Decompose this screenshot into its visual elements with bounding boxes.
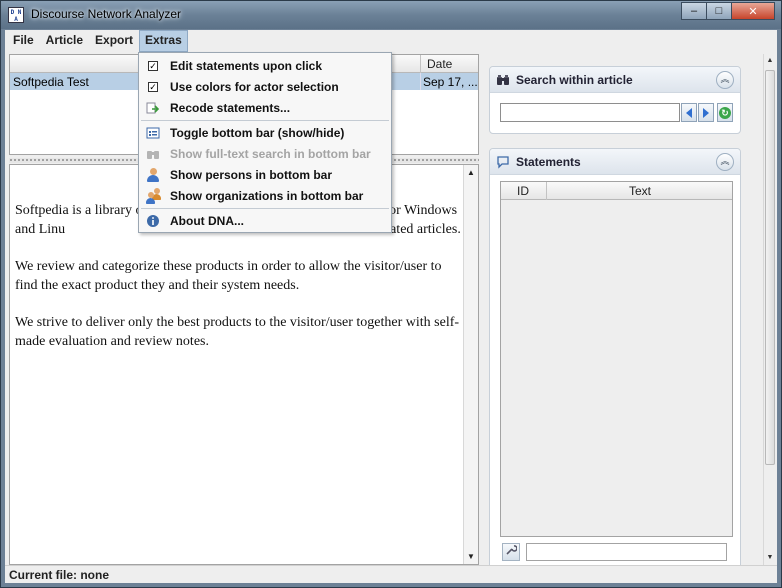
menu-item-label: Use colors for actor selection	[170, 80, 339, 94]
menu-item-about[interactable]: About DNA...	[140, 211, 390, 231]
menu-separator	[141, 208, 389, 209]
maximize-button[interactable]: □	[706, 2, 732, 20]
previous-match-button[interactable]	[681, 103, 697, 122]
scroll-up-icon[interactable]: ▲	[764, 54, 776, 68]
wrench-icon	[506, 545, 518, 555]
recode-icon	[146, 101, 160, 115]
menu-item-show-persons[interactable]: Show persons in bottom bar	[140, 165, 390, 185]
article-date-cell: Sep 17, ...	[423, 75, 478, 89]
column-divider[interactable]	[420, 55, 421, 73]
menu-item-label: Show persons in bottom bar	[170, 168, 333, 182]
menu-file[interactable]: File	[7, 30, 40, 52]
search-panel: Search within article ︽ ↻	[489, 66, 741, 134]
menu-item-recode-statements[interactable]: Recode statements...	[140, 98, 390, 118]
statements-panel-title: Statements	[516, 155, 581, 169]
refresh-icon: ↻	[719, 106, 731, 119]
menu-item-label: Show full-text search in bottom bar	[170, 147, 371, 161]
speech-bubble-icon	[496, 155, 510, 169]
article-scrollbar[interactable]: ▲ ▼	[463, 165, 478, 564]
statements-table[interactable]: ID Text	[500, 181, 733, 537]
menu-item-show-organizations[interactable]: Show organizations in bottom bar	[140, 186, 390, 206]
column-header-text[interactable]: Text	[629, 184, 651, 198]
menu-bar: File Article Export Extras	[5, 30, 777, 52]
menu-export[interactable]: Export	[89, 30, 139, 52]
article-title-cell: Softpedia Test	[13, 75, 89, 89]
menu-item-show-full-text-search: Show full-text search in bottom bar	[140, 144, 390, 164]
info-icon	[146, 214, 160, 228]
organizations-icon	[146, 188, 162, 204]
person-icon	[146, 167, 160, 183]
sidebar-pane: Search within article ︽ ↻ Statements ︽ I…	[483, 54, 761, 570]
app-logo-icon: D N A	[8, 7, 24, 23]
close-button[interactable]: ✕	[731, 2, 775, 20]
extras-dropdown-menu: ✓ Edit statements upon click ✓ Use color…	[138, 52, 392, 233]
minimize-button[interactable]: –	[681, 2, 707, 20]
arrow-left-icon	[686, 107, 692, 118]
arrow-right-icon	[703, 107, 709, 118]
scroll-up-icon[interactable]: ▲	[464, 165, 478, 180]
menu-item-toggle-bottom-bar[interactable]: Toggle bottom bar (show/hide)	[140, 123, 390, 143]
statement-filter-input[interactable]	[526, 543, 727, 561]
status-bar: Current file: none	[5, 565, 777, 583]
checkbox-checked-icon: ✓	[148, 61, 158, 71]
binoculars-icon	[146, 147, 160, 161]
statements-panel-header: Statements ︽	[490, 149, 740, 175]
menu-item-label: Toggle bottom bar (show/hide)	[170, 126, 345, 140]
menu-item-label: Recode statements...	[170, 101, 291, 115]
menu-extras[interactable]: Extras	[139, 30, 188, 52]
collapse-statements-button[interactable]: ︽	[716, 153, 734, 171]
menu-item-label: Edit statements upon click	[170, 59, 323, 73]
cell-divider	[420, 73, 421, 90]
window-controls: – □ ✕	[681, 2, 775, 20]
filter-button[interactable]	[502, 543, 520, 561]
menu-item-edit-statements[interactable]: ✓ Edit statements upon click	[140, 56, 390, 76]
bottom-bar-icon	[146, 126, 160, 140]
title-bar[interactable]: D N A Discourse Network Analyzer – □ ✕	[1, 1, 781, 29]
sidebar-scrollbar[interactable]: ▲ ▼	[763, 54, 776, 565]
app-window: D N A Discourse Network Analyzer – □ ✕ F…	[0, 0, 782, 588]
scrollbar-thumb[interactable]	[765, 70, 775, 465]
checkbox-checked-icon: ✓	[148, 82, 158, 92]
search-panel-title: Search within article	[516, 73, 633, 87]
menu-article[interactable]: Article	[40, 30, 89, 52]
refresh-search-button[interactable]: ↻	[717, 103, 733, 122]
search-panel-header: Search within article ︽	[490, 67, 740, 93]
article-paragraph-2: We review and categorize these products …	[15, 259, 442, 293]
column-header-id[interactable]: ID	[517, 184, 529, 198]
statements-panel: Statements ︽ ID Text	[489, 148, 741, 570]
article-paragraph-3: We strive to deliver only the best produ…	[15, 315, 460, 349]
menu-separator	[141, 120, 389, 121]
scroll-down-icon[interactable]: ▼	[764, 551, 776, 565]
window-title: Discourse Network Analyzer	[31, 7, 182, 21]
scroll-down-icon[interactable]: ▼	[464, 549, 478, 564]
search-input[interactable]	[500, 103, 680, 122]
menu-item-label: About DNA...	[170, 214, 244, 228]
binoculars-icon	[496, 73, 510, 87]
column-divider[interactable]	[546, 182, 547, 200]
status-text: Current file: none	[9, 568, 110, 582]
menu-item-label: Show organizations in bottom bar	[170, 189, 364, 203]
column-header-date[interactable]: Date	[427, 57, 452, 71]
menu-item-use-colors[interactable]: ✓ Use colors for actor selection	[140, 77, 390, 97]
next-match-button[interactable]	[698, 103, 714, 122]
statements-table-header: ID Text	[501, 182, 732, 200]
collapse-search-button[interactable]: ︽	[716, 71, 734, 89]
